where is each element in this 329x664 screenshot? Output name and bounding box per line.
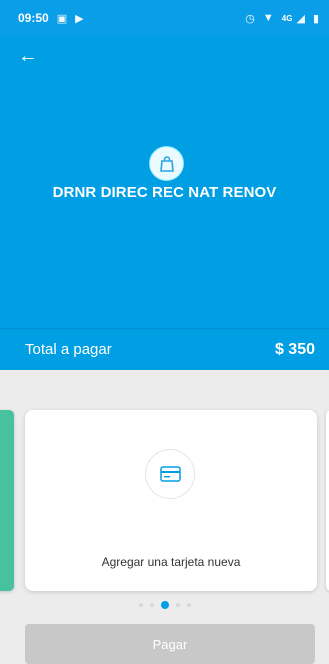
signal-icon: ◢	[296, 12, 305, 25]
pagination-dot	[149, 603, 154, 607]
total-amount: $ 350	[274, 340, 315, 358]
battery-icon: ▮	[312, 12, 319, 25]
add-new-card-option[interactable]: Agregar una tarjeta nueva	[25, 410, 317, 591]
pagination-dot	[186, 603, 191, 607]
play-icon: ▶	[75, 12, 84, 25]
carousel-pagination	[0, 599, 329, 611]
credit-card-icon	[159, 466, 181, 482]
previous-payment-card[interactable]	[0, 410, 14, 591]
status-left: 09:50 ▣ ▶	[18, 11, 84, 25]
payment-actions: Pagar	[0, 621, 329, 664]
merchant-logo	[149, 146, 184, 181]
payment-total: Total a pagar $ 350	[0, 328, 329, 370]
payment-method-carousel[interactable]: Agregar una tarjeta nueva	[0, 370, 329, 621]
total-label: Total a pagar	[25, 341, 112, 358]
status-bar: 09:50 ▣ ▶ ◷ ▼ 4G ◢ ▮	[0, 0, 329, 36]
pay-button[interactable]: Pagar	[25, 624, 315, 664]
merchant-name: DRNR DIREC REC NAT RENOV	[52, 184, 277, 201]
pagination-dot	[175, 603, 180, 607]
status-right: ◷ ▼ 4G ◢ ▮	[245, 12, 319, 25]
sim-card-icon: ▣	[56, 12, 68, 25]
network-label: 4G	[281, 13, 293, 23]
status-time: 09:50	[18, 11, 49, 25]
add-card-icon-circle	[145, 449, 195, 499]
pagination-dot	[138, 603, 143, 607]
back-arrow-icon: ←	[18, 45, 38, 67]
merchant-header: ← DRNR DIREC REC NAT RENOV	[0, 36, 329, 328]
pagination-dot	[160, 601, 169, 609]
add-card-label: Agregar una tarjeta nueva	[101, 555, 241, 569]
alarm-icon: ◷	[245, 12, 255, 25]
shopping-bag-icon	[159, 155, 174, 172]
wifi-icon: ▼	[262, 12, 274, 24]
back-button[interactable]: ←	[18, 44, 42, 68]
